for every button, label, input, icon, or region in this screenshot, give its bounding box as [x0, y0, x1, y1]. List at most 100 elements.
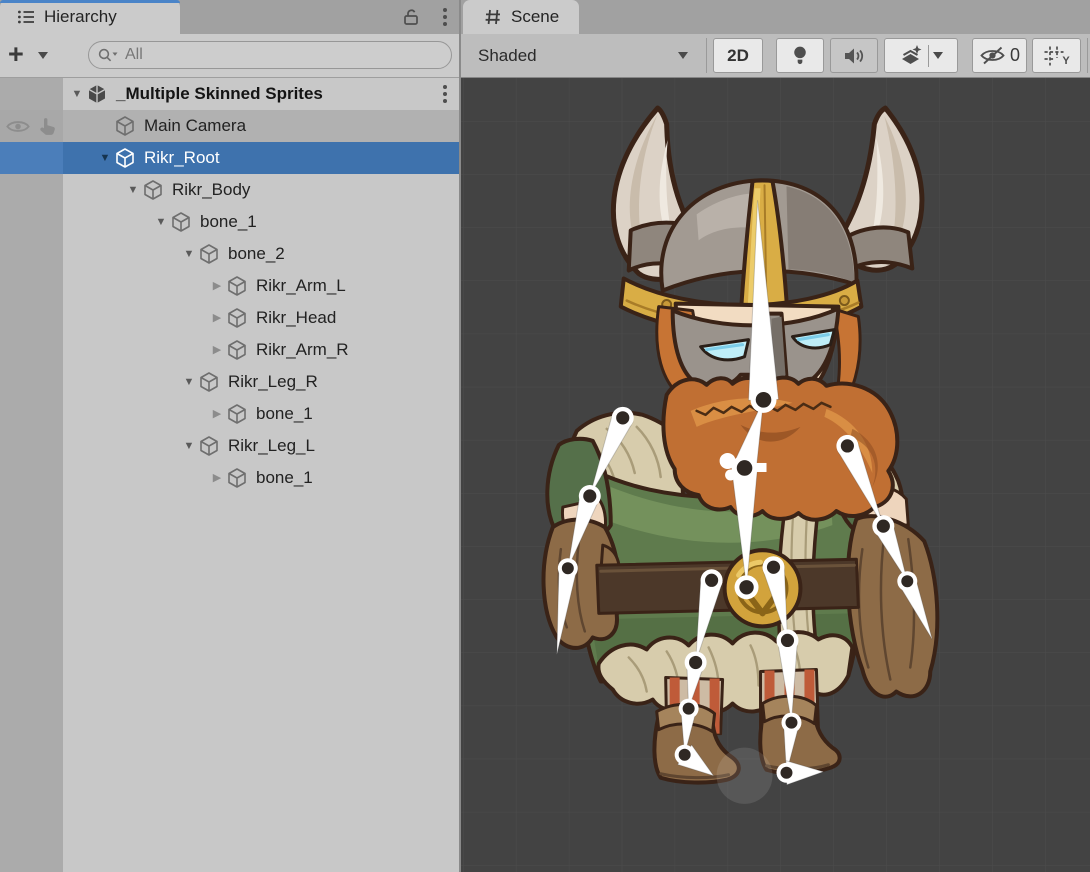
- bone-joint-center: [683, 703, 695, 715]
- row-label: bone_1: [256, 404, 313, 424]
- tree-row-bone-2[interactable]: ▼ bone_2: [0, 238, 459, 270]
- row-label: Main Camera: [144, 116, 246, 136]
- row-label: Rikr_Body: [172, 180, 250, 200]
- chevron-down-icon: [678, 52, 688, 59]
- audio-icon: [842, 46, 866, 66]
- button-separator: [928, 45, 929, 67]
- row-visibility-gutter: [0, 78, 63, 110]
- tree-row-rikr-body[interactable]: ▼ Rikr_Body: [0, 174, 459, 206]
- tab-scene[interactable]: Scene: [463, 0, 579, 34]
- eye-off-icon: [979, 46, 1006, 65]
- scene-effects-dropdown[interactable]: [884, 38, 958, 73]
- disclosure-expanded-icon[interactable]: ▼: [180, 238, 198, 270]
- hierarchy-panel: Hierarchy + ▼ _Multiple Skinned Sprites …: [0, 0, 459, 872]
- hidden-count-label: 0: [1010, 45, 1020, 66]
- toolbar-separator: [706, 38, 707, 73]
- tree-row-rikr-arm-r[interactable]: ▶ Rikr_Arm_R: [0, 334, 459, 366]
- scene-audio-toggle[interactable]: [830, 38, 878, 73]
- tree-row-bone-1[interactable]: ▶ bone_1: [0, 398, 459, 430]
- tab-hierarchy-label: Hierarchy: [44, 7, 117, 27]
- scene-lighting-toggle[interactable]: [776, 38, 824, 73]
- row-label: _Multiple Skinned Sprites: [116, 84, 323, 104]
- row-label: Rikr_Leg_L: [228, 436, 315, 456]
- scene-visibility-toggle[interactable]: 0: [972, 38, 1027, 73]
- cube-icon: [114, 115, 136, 137]
- unlock-icon[interactable]: [401, 7, 421, 27]
- hierarchy-toolbar: +: [0, 34, 459, 78]
- add-object-dropdown-icon[interactable]: [38, 52, 48, 59]
- row-visibility-gutter: [0, 366, 63, 398]
- tree-row-rikr-leg-l[interactable]: ▼ Rikr_Leg_L: [0, 430, 459, 462]
- tree-row-main-camera[interactable]: Main Camera: [0, 110, 459, 142]
- kebab-menu-icon[interactable]: [443, 85, 447, 103]
- effects-icon: [899, 44, 924, 67]
- scene-grid-settings[interactable]: Y: [1032, 38, 1081, 73]
- add-object-button[interactable]: +: [8, 39, 24, 69]
- row-label: bone_1: [200, 212, 257, 232]
- draw-mode-label: Shaded: [478, 46, 537, 66]
- row-visibility-gutter[interactable]: [0, 110, 63, 142]
- kebab-menu-icon[interactable]: [443, 8, 447, 26]
- tree-row-bone-1[interactable]: ▼ bone_1: [0, 206, 459, 238]
- row-visibility-gutter: [0, 302, 63, 334]
- row-visibility-gutter: [0, 238, 63, 270]
- projection-2d-label: 2D: [727, 46, 749, 66]
- tree-row-rikr-leg-r[interactable]: ▼ Rikr_Leg_R: [0, 366, 459, 398]
- search-input[interactable]: [88, 41, 452, 69]
- disclosure-expanded-icon[interactable]: ▼: [124, 174, 142, 206]
- row-visibility-gutter: [0, 270, 63, 302]
- hand-icon[interactable]: [36, 116, 58, 136]
- scene-viewport[interactable]: [461, 78, 1090, 872]
- disclosure-expanded-icon[interactable]: ▼: [96, 142, 114, 174]
- tab-hierarchy[interactable]: Hierarchy: [0, 0, 180, 34]
- disclosure-expanded-icon[interactable]: ▼: [68, 78, 86, 110]
- tree-row-rikr-head[interactable]: ▶ Rikr_Head: [0, 302, 459, 334]
- bone-joint-center: [616, 411, 629, 424]
- eye-icon[interactable]: [5, 118, 31, 135]
- disclosure-collapsed-icon[interactable]: ▶: [208, 334, 226, 366]
- bone-joint-center: [877, 520, 890, 533]
- cube-icon: [198, 435, 220, 457]
- tree-row-rikr-arm-l[interactable]: ▶ Rikr_Arm_L: [0, 270, 459, 302]
- bone-joint-center: [705, 574, 718, 587]
- hierarchy-tabbar: Hierarchy: [0, 0, 459, 34]
- row-label: bone_1: [256, 468, 313, 488]
- bone-joint-center: [562, 562, 574, 574]
- viking-beard: [663, 378, 897, 520]
- tree-row-bone-1[interactable]: ▶ bone_1: [0, 462, 459, 494]
- row-label: Rikr_Arm_R: [256, 340, 349, 360]
- list-icon: [16, 7, 36, 27]
- bone-joint-center: [785, 717, 797, 729]
- row-visibility-gutter: [0, 174, 63, 206]
- disclosure-expanded-icon[interactable]: ▼: [152, 206, 170, 238]
- disclosure-collapsed-icon[interactable]: ▶: [208, 302, 226, 334]
- row-visibility-gutter: [0, 334, 63, 366]
- bone-joint-center: [901, 575, 913, 587]
- row-visibility-gutter: [0, 398, 63, 430]
- tree-row-multiple-skinned-sprites[interactable]: ▼ _Multiple Skinned Sprites: [0, 78, 459, 110]
- search-icon: [97, 47, 119, 63]
- projection-2d-toggle[interactable]: 2D: [713, 38, 763, 73]
- row-visibility-gutter: [0, 462, 63, 494]
- hierarchy-tree: ▼ _Multiple Skinned Sprites Main Camera ▼…: [0, 78, 459, 872]
- toolbar-separator: [1087, 38, 1088, 73]
- lightbulb-icon: [791, 44, 809, 68]
- bone-joint-center: [767, 561, 780, 574]
- bone-joint-center: [583, 489, 596, 502]
- disclosure-expanded-icon[interactable]: ▼: [180, 366, 198, 398]
- grid-icon: [483, 7, 503, 27]
- draw-mode-dropdown[interactable]: Shaded: [466, 38, 700, 73]
- row-visibility-gutter: [0, 430, 63, 462]
- bone-joint-center: [679, 749, 691, 761]
- bone-joint-center: [739, 580, 753, 594]
- disclosure-collapsed-icon[interactable]: ▶: [208, 398, 226, 430]
- bone-joint-center: [737, 460, 753, 476]
- disclosure-collapsed-icon[interactable]: ▶: [208, 462, 226, 494]
- disclosure-collapsed-icon[interactable]: ▶: [208, 270, 226, 302]
- row-label: bone_2: [228, 244, 285, 264]
- cube-icon: [142, 179, 164, 201]
- row-label: Rikr_Root: [144, 148, 220, 168]
- tree-row-rikr-root[interactable]: ▼ Rikr_Root: [0, 142, 459, 174]
- chevron-down-icon: [933, 52, 943, 59]
- disclosure-expanded-icon[interactable]: ▼: [180, 430, 198, 462]
